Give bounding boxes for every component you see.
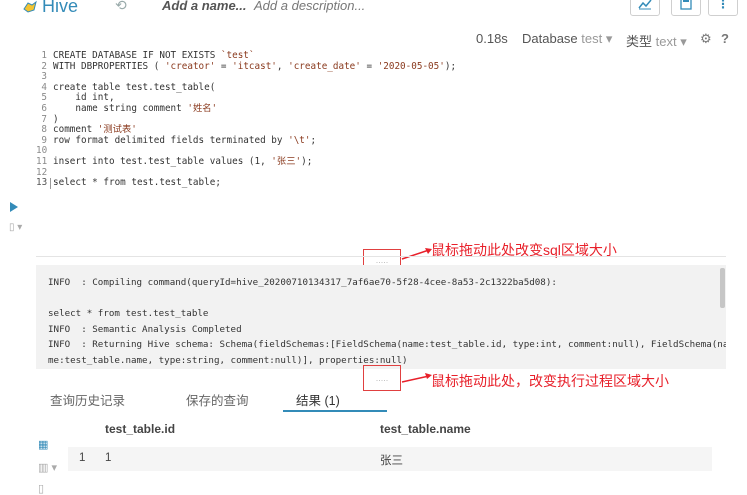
cell-name: 张三: [380, 455, 403, 467]
code-line: 11 insert into test.test_table values (1,…: [36, 155, 726, 168]
query-description-input[interactable]: Add a description...: [254, 0, 365, 13]
code-text: WITH DBPROPERTIES ( 'creator' = 'itcast'…: [53, 60, 457, 72]
grid-view-icon[interactable]: ▦: [38, 438, 48, 451]
query-name-input[interactable]: Add a name...: [162, 0, 247, 13]
database-selector[interactable]: Database test ▾: [522, 31, 612, 47]
handle-dots: .....: [375, 373, 389, 383]
log-resize-annotation: 鼠标拖动此处，改变执行过程区域大小: [431, 373, 669, 389]
gear-icon[interactable]: ⚙: [700, 31, 712, 47]
row-index: 1: [79, 452, 86, 464]
app-brand[interactable]: Hive: [22, 0, 78, 17]
history-icon[interactable]: ⟲: [115, 0, 127, 14]
log-scrollbar[interactable]: [720, 268, 725, 308]
code-text: row format delimited fields terminated b…: [53, 134, 317, 146]
code-text: name string comment '姓名': [53, 102, 218, 114]
help-icon[interactable]: ?: [721, 31, 729, 46]
log-resize-handle[interactable]: .....: [363, 365, 401, 391]
columns-icon[interactable]: ▯: [38, 482, 44, 495]
log-line: INFO : Compiling command(queryId=hive_20…: [48, 277, 557, 288]
code-text: CREATE DATABASE IF NOT EXISTS `test`: [53, 50, 255, 61]
chart-view-icon[interactable]: ▥ ▾: [38, 461, 57, 474]
sql-editor[interactable]: 1 CREATE DATABASE IF NOT EXISTS `test` 2 WI…: [36, 50, 726, 201]
type-selector[interactable]: 类型 text ▾: [626, 31, 687, 50]
save-button[interactable]: [671, 0, 701, 16]
type-label: 类型: [626, 34, 653, 49]
code-text: select * from test.test_table;: [53, 177, 221, 189]
line-number: 1: [41, 50, 47, 61]
caret-down-icon: ▾: [676, 34, 687, 49]
editor-resize-annotation: 鼠标拖动此处改变sql区域大小: [431, 242, 617, 258]
log-line: INFO : Semantic Analysis Completed: [48, 323, 242, 335]
save-icon: [680, 0, 692, 10]
tab-saved-queries[interactable]: 保存的查询: [186, 390, 249, 409]
code-line: 7): [36, 114, 726, 126]
chart-icon: [638, 0, 652, 10]
column-header-id[interactable]: test_table.id: [105, 422, 175, 436]
database-label: Database: [522, 31, 578, 46]
line-number: 6: [41, 102, 47, 114]
top-toolbar: Hive ⟲ Add a name... Add a description..…: [0, 0, 747, 22]
execution-log: INFO : Compiling command(queryId=hive_20…: [36, 265, 726, 369]
code-text: insert into test.test_table values (1, '…: [53, 155, 313, 167]
line-number: 13: [36, 178, 51, 189]
cell-id: 1: [105, 452, 112, 464]
code-line: 13 select * from test.test_table;: [36, 178, 726, 189]
code-line: 4 create table test.test_table(: [36, 82, 726, 94]
app-name: Hive: [42, 0, 79, 16]
code-line: 9 row format delimited fields terminated …: [36, 134, 726, 147]
tab-results[interactable]: 结果 (1): [296, 390, 340, 409]
hive-logo-icon: [23, 0, 37, 13]
code-line: 2 WITH DBPROPERTIES ( 'creator' = 'itcast…: [36, 60, 726, 73]
code-line: 6 name string comment '姓名': [36, 102, 726, 115]
execution-time: 0.18s: [476, 31, 508, 46]
more-vertical-icon: ⋮: [717, 0, 729, 11]
divider: [36, 256, 726, 257]
active-tab-indicator: [283, 410, 387, 412]
tab-query-history[interactable]: 查询历史记录: [50, 390, 125, 409]
annotation-arrow: [401, 248, 432, 260]
column-header-name[interactable]: test_table.name: [380, 422, 471, 436]
more-menu-button[interactable]: ⋮: [708, 0, 738, 16]
snippet-menu-icon[interactable]: ▯ ▾: [9, 222, 22, 233]
log-line: select * from test.test_table: [48, 308, 209, 319]
database-value: test: [581, 31, 603, 46]
annotation-arrow: [401, 373, 432, 383]
execute-play-icon[interactable]: [10, 202, 18, 212]
line-number: 11: [36, 155, 48, 167]
caret-down-icon: ▾: [602, 31, 613, 46]
type-value: text: [655, 34, 677, 49]
log-line: INFO : Returning Hive schema: Schema(fie…: [48, 339, 726, 350]
chart-button[interactable]: [630, 0, 660, 16]
